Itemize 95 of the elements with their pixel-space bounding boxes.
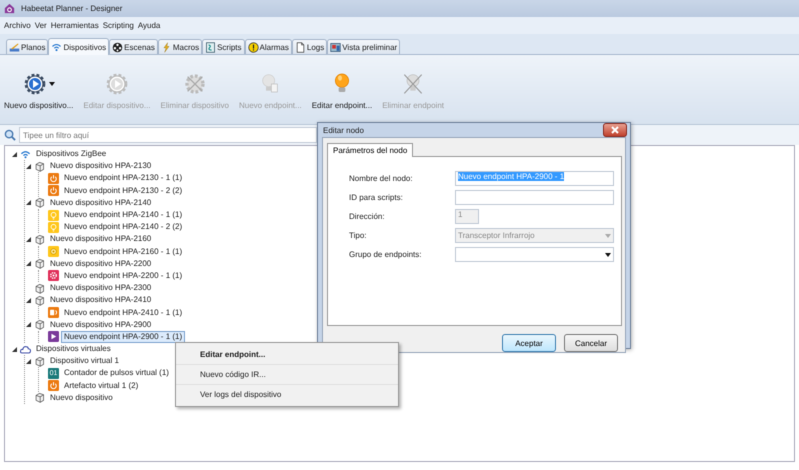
preview-icon (330, 42, 342, 52)
window-title: Habeetat Planner - Designer (21, 4, 122, 13)
dialog-title: Editar nodo (323, 126, 364, 134)
tree-item[interactable]: Contador de pulsos virtual (1) (61, 367, 172, 380)
menu-item[interactable]: Herramientas (48, 21, 101, 30)
expand-arrow-icon[interactable] (26, 236, 31, 242)
gear-icon (48, 270, 59, 282)
tree-item[interactable]: Nuevo dispositivo HPA-2200 (47, 258, 154, 270)
menu-item[interactable]: Archivo (2, 21, 33, 30)
wifi-icon (20, 148, 31, 160)
lightbulb-icon (48, 222, 59, 233)
tree-item[interactable]: Nuevo dispositivo HPA-2900 (47, 318, 154, 331)
tab[interactable]: Alarmas (244, 39, 292, 54)
tree-item[interactable]: Dispositivos virtuales (33, 343, 114, 356)
device-icon (34, 258, 45, 270)
menu-item[interactable]: Nuevo código IR... (176, 365, 398, 385)
tab[interactable]: Dispositivos (48, 38, 110, 55)
tab[interactable]: Logs (292, 39, 328, 54)
filter-field[interactable]: Tipee un filtro aquí (19, 127, 317, 143)
film-reel-icon (112, 42, 124, 52)
menu-item[interactable]: Scripting (100, 21, 136, 30)
toolbar-button[interactable]: Editar endpoint... (310, 72, 374, 110)
device-icon (34, 356, 45, 367)
device-icon (34, 282, 45, 294)
lightning-icon (160, 42, 172, 52)
expand-arrow-icon[interactable] (12, 346, 17, 352)
tree-item[interactable]: Artefacto virtual 1 (2) (61, 380, 142, 392)
cloud-icon (20, 344, 31, 355)
transmitter-icon (48, 307, 59, 318)
expand-arrow-icon[interactable] (26, 298, 31, 303)
tree-item[interactable]: Dispositivos ZigBee (33, 148, 110, 160)
menu-item[interactable]: Ver (32, 21, 49, 30)
expand-arrow-icon[interactable] (26, 358, 31, 364)
wifi-icon (51, 42, 62, 52)
app-icon (4, 3, 15, 14)
expand-arrow-icon[interactable] (12, 152, 17, 157)
tree-item[interactable]: Nuevo endpoint HPA-2410 - 1 (1) (61, 306, 186, 319)
device-icon (34, 197, 45, 208)
tree-item[interactable]: Nuevo endpoint HPA-2200 - 1 (1) (61, 270, 186, 282)
expand-arrow-icon[interactable] (26, 261, 31, 266)
menu-item[interactable]: Ayuda (136, 21, 162, 30)
tree-item[interactable]: Nuevo dispositivo HPA-2300 (47, 282, 154, 294)
tree-item[interactable]: Nuevo dispositivo HPA-2160 (47, 233, 154, 246)
device-icon (34, 294, 45, 306)
device-icon (34, 160, 45, 172)
warning-icon (248, 42, 259, 52)
tab[interactable]: Parámetros del nodo (327, 143, 414, 157)
dialog-button[interactable]: Cancelar (564, 334, 618, 352)
field-label: ID para scripts: (349, 193, 404, 202)
tree-item[interactable]: Nuevo dispositivo HPA-2410 (47, 294, 154, 306)
tree-item[interactable]: Nuevo dispositivo HPA-2130 (47, 160, 154, 172)
tree-item[interactable]: Nuevo endpoint HPA-2140 - 2 (2) (61, 221, 186, 234)
power-icon (48, 172, 59, 184)
dialog-button[interactable]: Aceptar (502, 334, 556, 352)
script-icon (205, 42, 216, 52)
device-icon (34, 319, 45, 330)
gear-play-icon (104, 72, 129, 96)
device-icon (34, 234, 45, 245)
tab[interactable]: Planos (6, 39, 48, 54)
tree-item[interactable]: Nuevo endpoint HPA-2130 - 2 (2) (61, 184, 186, 197)
tree-item[interactable]: Nuevo endpoint HPA-2900 - 1 (1) (61, 330, 186, 343)
expand-arrow-icon[interactable] (26, 322, 31, 328)
tree-item[interactable]: Nuevo endpoint HPA-2140 - 1 (1) (61, 209, 186, 222)
field-label: Tipo: (349, 231, 368, 240)
power-icon (48, 185, 59, 196)
play-icon (48, 331, 59, 342)
tree-item[interactable]: Nuevo endpoint HPA-2130 - 1 (1) (61, 172, 186, 184)
tree-item[interactable]: Dispositivo virtual 1 (47, 355, 122, 368)
tab[interactable]: Vista preliminar (327, 39, 400, 54)
gear-cross-icon (182, 72, 207, 96)
tree-item[interactable]: Nuevo dispositivo HPA-2140 (47, 196, 154, 209)
expand-arrow-icon[interactable] (26, 164, 31, 169)
field-label: Dirección: (349, 212, 386, 221)
search-icon (4, 129, 16, 141)
ruler-icon (9, 42, 20, 52)
power-icon (48, 380, 59, 392)
close-icon (611, 126, 619, 134)
expand-arrow-icon[interactable] (26, 200, 31, 206)
lamp-icon (48, 246, 59, 258)
text-field[interactable] (455, 190, 614, 205)
field-label: Nombre del nodo: (349, 174, 414, 183)
field-label: Grupo de endpoints: (349, 250, 422, 259)
tab[interactable]: Macros (158, 39, 202, 54)
lightbulb-icon (48, 210, 59, 221)
page-icon (294, 42, 306, 52)
menu-item[interactable]: Ver logs del dispositivo (176, 385, 398, 404)
tree-item[interactable]: Nuevo dispositivo (47, 392, 116, 404)
device-icon (34, 392, 45, 404)
tree-item[interactable]: Nuevo endpoint HPA-2160 - 1 (1) (61, 246, 186, 258)
gear-play-icon (22, 72, 47, 96)
menu-item[interactable]: Editar endpoint... (176, 345, 398, 365)
tab[interactable]: Escenas (109, 39, 158, 54)
tab[interactable]: Scripts (202, 39, 245, 54)
toolbar-button[interactable]: Nuevo dispositivo... (2, 72, 76, 110)
close-button[interactable] (603, 123, 627, 137)
